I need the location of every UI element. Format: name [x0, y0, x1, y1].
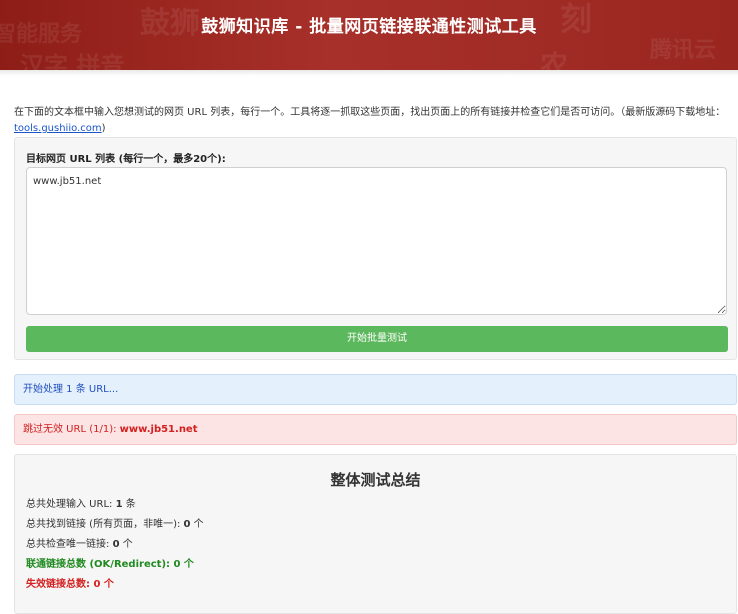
summary-title: 整体测试总结: [330, 471, 421, 489]
banner-decoration: 农: [540, 49, 569, 70]
unique-count: 总共检查唯一链接: 0 个: [26, 535, 133, 550]
processed-label: 总共处理输入 URL:: [26, 499, 116, 510]
unique-label: 总共检查唯一链接:: [26, 539, 113, 550]
ok-link-count: 联通链接总数 (OK/Redirect): 0 个: [26, 559, 194, 570]
url-list-textarea[interactable]: www.jb51.net: [26, 167, 727, 315]
unique-value: 0: [112, 539, 120, 550]
intro-suffix: ): [101, 123, 106, 134]
header-divider: [0, 70, 738, 76]
found-value: 0: [183, 519, 191, 530]
banner-decoration: 汉字 拼音: [20, 52, 125, 70]
error-message: 跳过无效 URL (1/1): www.jb51.net: [14, 414, 737, 445]
input-panel: 目标网页 URL 列表 (每行一个，最多20个): www.jb51.net 开…: [14, 137, 737, 360]
found-label: 总共找到链接 (所有页面，非唯一):: [26, 519, 184, 530]
page-title: 鼓狮知识库 - 批量网页链接联通性测试工具: [201, 17, 537, 37]
url-list-label: 目标网页 URL 列表 (每行一个，最多20个):: [26, 154, 226, 165]
found-unit: 个: [190, 519, 204, 530]
failed-link-count: 失效链接总数: 0 个: [26, 579, 114, 590]
processed-value: 1: [115, 499, 123, 510]
processing-status: 开始处理 1 条 URL...: [14, 374, 737, 405]
found-count: 总共找到链接 (所有页面，非唯一): 0 个: [26, 515, 204, 530]
header-banner: 智能服务 鼓狮 汉字 拼音 刻 腾讯云 农 鼓狮知识库 - 批量网页链接联通性测…: [0, 0, 738, 70]
intro-description: 在下面的文本框中输入您想测试的网页 URL 列表，每行一个。工具将逐一抓取这些页…: [14, 107, 726, 118]
processed-count: 总共处理输入 URL: 1 条: [26, 495, 136, 510]
error-prefix: 跳过无效 URL (1/1):: [23, 424, 120, 435]
source-link[interactable]: tools.gushiio.com: [14, 123, 102, 134]
error-url: www.jb51.net: [119, 424, 198, 435]
intro-text: 在下面的文本框中输入您想测试的网页 URL 列表，每行一个。工具将逐一抓取这些页…: [14, 105, 734, 137]
processed-unit: 条: [122, 499, 136, 510]
unique-unit: 个: [119, 539, 133, 550]
start-batch-test-button[interactable]: 开始批量测试: [26, 326, 728, 352]
summary-panel: 整体测试总结 总共处理输入 URL: 1 条 总共找到链接 (所有页面，非唯一)…: [14, 454, 737, 614]
